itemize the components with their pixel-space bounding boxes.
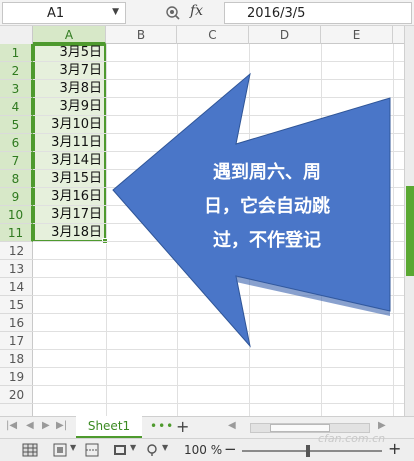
row-header-18[interactable]: 18 bbox=[0, 350, 33, 368]
cell-a9[interactable]: 3月16日 bbox=[33, 188, 106, 206]
vertical-scrollbar[interactable] bbox=[404, 26, 414, 416]
row-header-2[interactable]: 2 bbox=[0, 62, 33, 80]
cell-a5[interactable]: 3月10日 bbox=[33, 116, 106, 134]
name-box[interactable]: A1 ▼ bbox=[2, 2, 126, 24]
cell-a7[interactable]: 3月14日 bbox=[33, 152, 106, 170]
row-header-13[interactable]: 13 bbox=[0, 260, 33, 278]
page-layout-icon[interactable] bbox=[52, 443, 68, 457]
row-headers: 1 2 3 4 5 6 7 8 9 10 11 12 13 14 15 16 17 18 19 20 bbox=[0, 44, 33, 416]
vertical-scroll-thumb[interactable] bbox=[406, 186, 414, 276]
cell-a3[interactable]: 3月8日 bbox=[33, 80, 106, 98]
row-header-6[interactable]: 6 bbox=[0, 134, 33, 152]
formula-value: 2016/3/5 bbox=[247, 6, 306, 21]
eye-protect-icon[interactable] bbox=[144, 443, 160, 457]
row-header-20[interactable]: 20 bbox=[0, 386, 33, 404]
zoom-icon[interactable] bbox=[164, 4, 182, 22]
normal-view-icon[interactable] bbox=[22, 443, 38, 457]
add-sheet-button[interactable]: + bbox=[176, 417, 189, 436]
column-header-e[interactable]: E bbox=[321, 26, 393, 44]
prev-sheet-icon[interactable]: ◀ bbox=[26, 420, 34, 431]
page-break-icon[interactable] bbox=[84, 443, 100, 457]
scroll-left-icon[interactable]: ◀ bbox=[228, 420, 236, 431]
spreadsheet-grid: A B C D E 1 2 3 4 5 6 7 8 9 10 11 12 13 14 15 16 17 18 19 2… bbox=[0, 26, 404, 416]
cell-a8[interactable]: 3月15日 bbox=[33, 170, 106, 188]
gridline bbox=[33, 295, 404, 296]
column-header-b[interactable]: B bbox=[106, 26, 177, 44]
gridline bbox=[33, 367, 404, 368]
last-sheet-icon[interactable]: ▶| bbox=[56, 420, 67, 431]
chevron-down-icon[interactable]: ▼ bbox=[162, 443, 168, 452]
callout-text: 遇到周六、周 日，它会自动跳 过，不作登记 bbox=[172, 156, 362, 258]
row-header-7[interactable]: 7 bbox=[0, 152, 33, 170]
sheet-tab-sheet1[interactable]: Sheet1 bbox=[76, 416, 142, 438]
next-sheet-icon[interactable]: ▶ bbox=[42, 420, 50, 431]
watermark: cfan.com.cn bbox=[318, 432, 386, 445]
formula-input[interactable]: 2016/3/5 bbox=[224, 2, 412, 24]
gridline bbox=[33, 313, 404, 314]
row-header-8[interactable]: 8 bbox=[0, 170, 33, 188]
chevron-down-icon[interactable]: ▼ bbox=[112, 7, 119, 17]
gridline bbox=[33, 403, 404, 404]
horizontal-scroll-thumb[interactable] bbox=[270, 424, 330, 432]
cell-a2[interactable]: 3月7日 bbox=[33, 62, 106, 80]
gridline bbox=[33, 385, 404, 386]
row-header-11[interactable]: 11 bbox=[0, 224, 33, 242]
zoom-level[interactable]: 100 % bbox=[184, 443, 222, 457]
gridline bbox=[33, 331, 404, 332]
zoom-in-button[interactable]: + bbox=[388, 439, 401, 458]
callout-line-1: 遇到周六、周 bbox=[213, 162, 321, 183]
row-header-9[interactable]: 9 bbox=[0, 188, 33, 206]
column-headers: A B C D E bbox=[0, 26, 404, 44]
row-header-15[interactable]: 15 bbox=[0, 296, 33, 314]
row-header-12[interactable]: 12 bbox=[0, 242, 33, 260]
scroll-right-icon[interactable]: ▶ bbox=[378, 420, 386, 431]
formula-bar: A1 ▼ fx 2016/3/5 bbox=[0, 0, 414, 26]
name-box-value: A1 bbox=[47, 6, 65, 21]
row-header-5[interactable]: 5 bbox=[0, 116, 33, 134]
column-header-a[interactable]: A bbox=[33, 26, 106, 44]
column-header-d[interactable]: D bbox=[249, 26, 321, 44]
callout-line-3: 过，不作登记 bbox=[213, 230, 321, 251]
first-sheet-icon[interactable]: |◀ bbox=[6, 420, 17, 431]
column-header-c[interactable]: C bbox=[177, 26, 249, 44]
callout-line-2: 日，它会自动跳 bbox=[204, 196, 330, 217]
chevron-down-icon[interactable]: ▼ bbox=[130, 443, 136, 452]
cell-a10[interactable]: 3月17日 bbox=[33, 206, 106, 224]
select-all-corner[interactable] bbox=[0, 26, 33, 44]
row-header-16[interactable]: 16 bbox=[0, 314, 33, 332]
gridline bbox=[393, 44, 394, 416]
reading-view-icon[interactable] bbox=[112, 443, 128, 457]
cell-a6[interactable]: 3月11日 bbox=[33, 134, 106, 152]
gridline bbox=[33, 277, 404, 278]
zoom-slider-knob[interactable] bbox=[306, 445, 310, 457]
row-header-17[interactable]: 17 bbox=[0, 332, 33, 350]
more-sheets-icon[interactable]: ••• bbox=[150, 419, 174, 433]
zoom-out-button[interactable]: − bbox=[224, 440, 237, 458]
cell-a11[interactable]: 3月18日 bbox=[33, 224, 106, 242]
gridline bbox=[106, 44, 107, 416]
row-header-14[interactable]: 14 bbox=[0, 278, 33, 296]
cell-a1[interactable]: 3月5日 bbox=[33, 44, 106, 62]
row-header-3[interactable]: 3 bbox=[0, 80, 33, 98]
row-header-19[interactable]: 19 bbox=[0, 368, 33, 386]
row-header-1[interactable]: 1 bbox=[0, 44, 33, 62]
cell-a4[interactable]: 3月9日 bbox=[33, 98, 106, 116]
zoom-slider[interactable] bbox=[242, 450, 382, 452]
chevron-down-icon[interactable]: ▼ bbox=[70, 443, 76, 452]
gridline bbox=[33, 349, 404, 350]
fx-icon[interactable]: fx bbox=[190, 3, 203, 19]
gridline bbox=[33, 259, 404, 260]
row-header-10[interactable]: 10 bbox=[0, 206, 33, 224]
row-header-4[interactable]: 4 bbox=[0, 98, 33, 116]
